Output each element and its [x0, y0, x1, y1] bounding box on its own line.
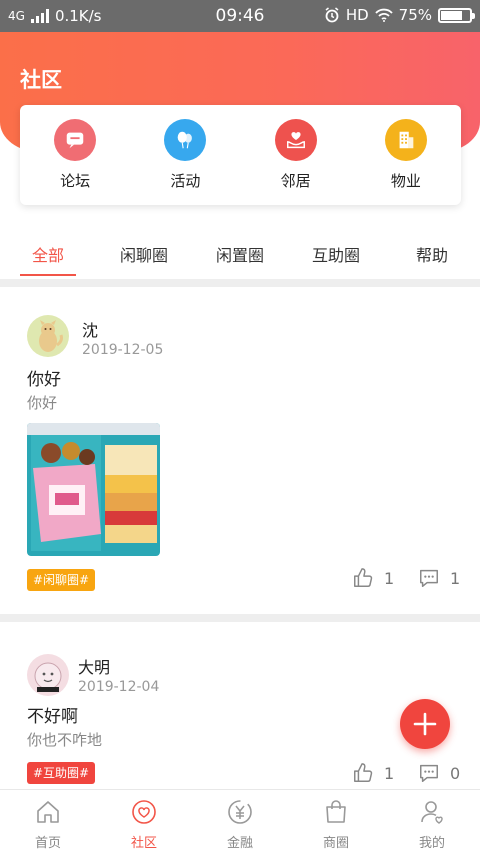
nav-label: 首页	[34, 836, 61, 851]
avatar[interactable]	[27, 315, 69, 357]
quick-link-label: 论坛	[60, 172, 91, 190]
add-post-button[interactable]	[400, 699, 450, 749]
quick-link-forum[interactable]: 论坛	[20, 105, 130, 205]
tab-all[interactable]: 全部	[0, 228, 96, 278]
like-button[interactable]: 1	[352, 567, 394, 589]
battery-percent: 75%	[398, 6, 432, 24]
like-button[interactable]: 1	[352, 762, 394, 784]
chat-icon	[54, 119, 97, 161]
nav-label: 社区	[130, 836, 157, 851]
comment-count: 0	[450, 763, 461, 783]
post-body: 你也不咋地	[27, 731, 103, 749]
building-icon	[384, 119, 427, 161]
like-count: 1	[384, 763, 395, 783]
bottom-nav: 首页 社区 金融 商圈 我的	[0, 789, 480, 854]
nav-label: 金融	[226, 836, 253, 851]
post-title: 你好	[27, 370, 61, 390]
nav-home[interactable]: 首页	[0, 790, 96, 854]
comment-count: 1	[450, 568, 461, 588]
comment-button[interactable]: 1	[418, 567, 460, 589]
heart-hand-icon	[274, 119, 317, 161]
profile-icon	[421, 801, 443, 824]
thumbs-up-icon	[354, 763, 373, 782]
comment-icon	[420, 569, 438, 587]
quick-link-activity[interactable]: 活动	[130, 105, 240, 205]
status-bar: 4G 0.1K/s 09:46 HD 75%	[0, 0, 480, 32]
quick-link-property[interactable]: 物业	[351, 105, 461, 205]
nav-shopping[interactable]: 商圈	[288, 790, 384, 854]
quick-link-label: 活动	[170, 172, 201, 190]
tab-help[interactable]: 帮助	[384, 228, 480, 278]
nav-label: 商圈	[322, 836, 349, 851]
comment-button[interactable]: 0	[418, 762, 460, 784]
nav-finance[interactable]: 金融	[192, 790, 288, 854]
post-card[interactable]: 沈 2019-12-05 你好 你好 #闲聊圈# 1 1	[0, 287, 480, 615]
divider	[0, 614, 480, 622]
quick-link-neighbors[interactable]: 邻居	[241, 105, 351, 205]
category-tabs: 全部 闲聊圈 闲置圈 互助圈 帮助	[0, 228, 480, 278]
author-name[interactable]: 沈	[82, 317, 98, 341]
post-body: 你好	[27, 394, 58, 412]
avatar[interactable]	[27, 654, 69, 696]
divider	[0, 279, 480, 287]
nav-profile[interactable]: 我的	[384, 790, 480, 854]
post-image[interactable]	[27, 423, 160, 556]
nav-community[interactable]: 社区	[96, 790, 192, 854]
tab-help-circle[interactable]: 互助圈	[288, 228, 384, 278]
post-title: 不好啊	[27, 707, 78, 727]
nav-label: 我的	[418, 836, 445, 851]
tab-idle-circle[interactable]: 闲置圈	[192, 228, 288, 278]
plus-icon	[413, 712, 437, 736]
quick-link-label: 邻居	[280, 172, 311, 190]
post-date: 2019-12-05	[82, 342, 164, 358]
battery-icon	[438, 7, 475, 23]
alarm-icon	[325, 7, 339, 23]
author-name[interactable]: 大明	[78, 654, 110, 678]
like-count: 1	[384, 568, 395, 588]
community-icon	[132, 800, 156, 824]
quick-links-card: 论坛 活动 邻居 物业	[20, 105, 461, 205]
finance-icon	[228, 800, 252, 824]
post-tag[interactable]: #闲聊圈#	[27, 569, 96, 591]
tab-chat-circle[interactable]: 闲聊圈	[96, 228, 192, 278]
home-icon	[37, 801, 59, 823]
quick-link-label: 物业	[390, 172, 421, 190]
shopping-bag-icon	[326, 800, 346, 823]
wifi-icon	[375, 8, 393, 22]
post-tag[interactable]: #互助圈#	[27, 762, 96, 784]
thumbs-up-icon	[354, 568, 373, 587]
hd-indicator: HD	[345, 6, 369, 24]
page-title: 社区	[20, 68, 62, 92]
balloon-icon	[164, 119, 207, 161]
comment-icon	[420, 764, 438, 782]
post-date: 2019-12-04	[78, 679, 160, 695]
